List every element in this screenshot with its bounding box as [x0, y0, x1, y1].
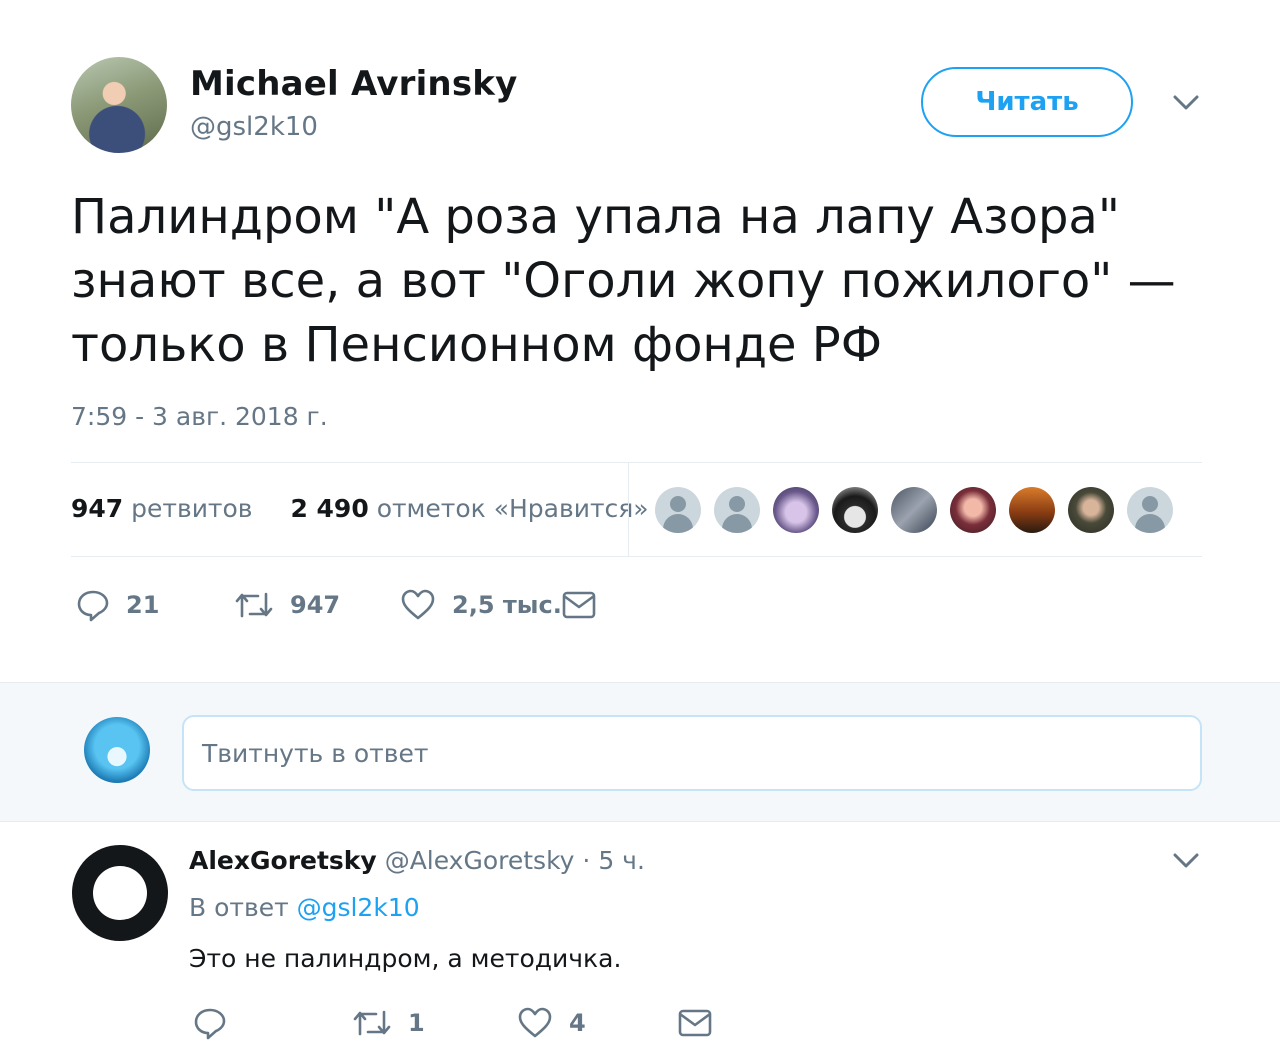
retweet-icon — [234, 588, 274, 622]
reply-button[interactable]: 21 — [76, 588, 159, 622]
default-avatar-icon[interactable] — [655, 487, 701, 533]
reply-context: В ответ @gsl2k10 — [189, 893, 420, 922]
default-avatar-icon[interactable] — [714, 487, 760, 533]
current-user-avatar — [84, 717, 150, 783]
direct-message-icon — [678, 1008, 712, 1038]
reply-author-avatar[interactable] — [72, 845, 168, 941]
reply-author-handle[interactable]: @AlexGoretsky — [385, 846, 575, 875]
retweet-count: 947 — [290, 591, 341, 619]
reply-to-prefix: В ответ — [189, 893, 289, 922]
author-name[interactable]: Michael Avrinsky — [190, 64, 517, 104]
liker-avatar[interactable] — [891, 487, 937, 533]
like-icon — [400, 588, 436, 622]
reply-text: Это не палиндром, а методичка. — [189, 944, 622, 973]
reply-like-button[interactable]: 4 — [517, 1006, 586, 1040]
reply-reply-button[interactable] — [193, 1006, 227, 1040]
divider — [71, 462, 1202, 463]
author-handle[interactable]: @gsl2k10 — [190, 112, 318, 142]
like-count: 2,5 тыс. — [452, 591, 562, 619]
tweet-text: Палиндром "А роза упала на лапу Азора" з… — [71, 189, 1176, 373]
retweet-button[interactable]: 947 — [234, 588, 340, 622]
reply-header: AlexGoretsky @AlexGoretsky · 5 ч. — [189, 846, 645, 875]
reply-like-count: 4 — [569, 1009, 586, 1037]
reply-icon — [193, 1006, 227, 1040]
like-button[interactable]: 2,5 тыс. — [400, 588, 562, 622]
likes-label[interactable]: отметок «Нравится» — [377, 494, 649, 523]
reply-input[interactable]: Твитнуть в ответ — [182, 715, 1202, 791]
likers-avatars — [655, 487, 1173, 533]
author-avatar[interactable] — [71, 57, 167, 153]
liker-avatar[interactable] — [1068, 487, 1114, 533]
stats-separator — [628, 463, 629, 557]
tweet-stats: 947 ретвитов 2 490 отметок «Нравится» — [71, 494, 649, 523]
likes-count[interactable]: 2 490 — [290, 494, 368, 523]
retweet-icon — [352, 1006, 392, 1040]
reply-to-mention[interactable]: @gsl2k10 — [297, 893, 420, 922]
direct-message-button[interactable] — [562, 590, 596, 620]
reply-retweet-count: 1 — [408, 1009, 425, 1037]
liker-avatar[interactable] — [1009, 487, 1055, 533]
chevron-down-icon[interactable] — [1173, 95, 1199, 111]
liker-avatar[interactable] — [773, 487, 819, 533]
reply-direct-message-button[interactable] — [678, 1008, 712, 1038]
retweets-count[interactable]: 947 — [71, 494, 123, 523]
chevron-down-icon[interactable] — [1173, 853, 1199, 869]
default-avatar-icon[interactable] — [1127, 487, 1173, 533]
direct-message-icon — [562, 590, 596, 620]
reply-time[interactable]: · 5 ч. — [582, 846, 644, 875]
reply-count: 21 — [126, 591, 160, 619]
like-icon — [517, 1006, 553, 1040]
liker-avatar[interactable] — [832, 487, 878, 533]
reply-icon — [76, 588, 110, 622]
tweet-timestamp[interactable]: 7:59 - 3 авг. 2018 г. — [71, 402, 328, 431]
retweets-label[interactable]: ретвитов — [131, 494, 252, 523]
divider — [71, 556, 1202, 557]
reply-retweet-button[interactable]: 1 — [352, 1006, 425, 1040]
follow-button[interactable]: Читать — [921, 67, 1133, 137]
reply-author-name[interactable]: AlexGoretsky — [189, 846, 377, 875]
liker-avatar[interactable] — [950, 487, 996, 533]
